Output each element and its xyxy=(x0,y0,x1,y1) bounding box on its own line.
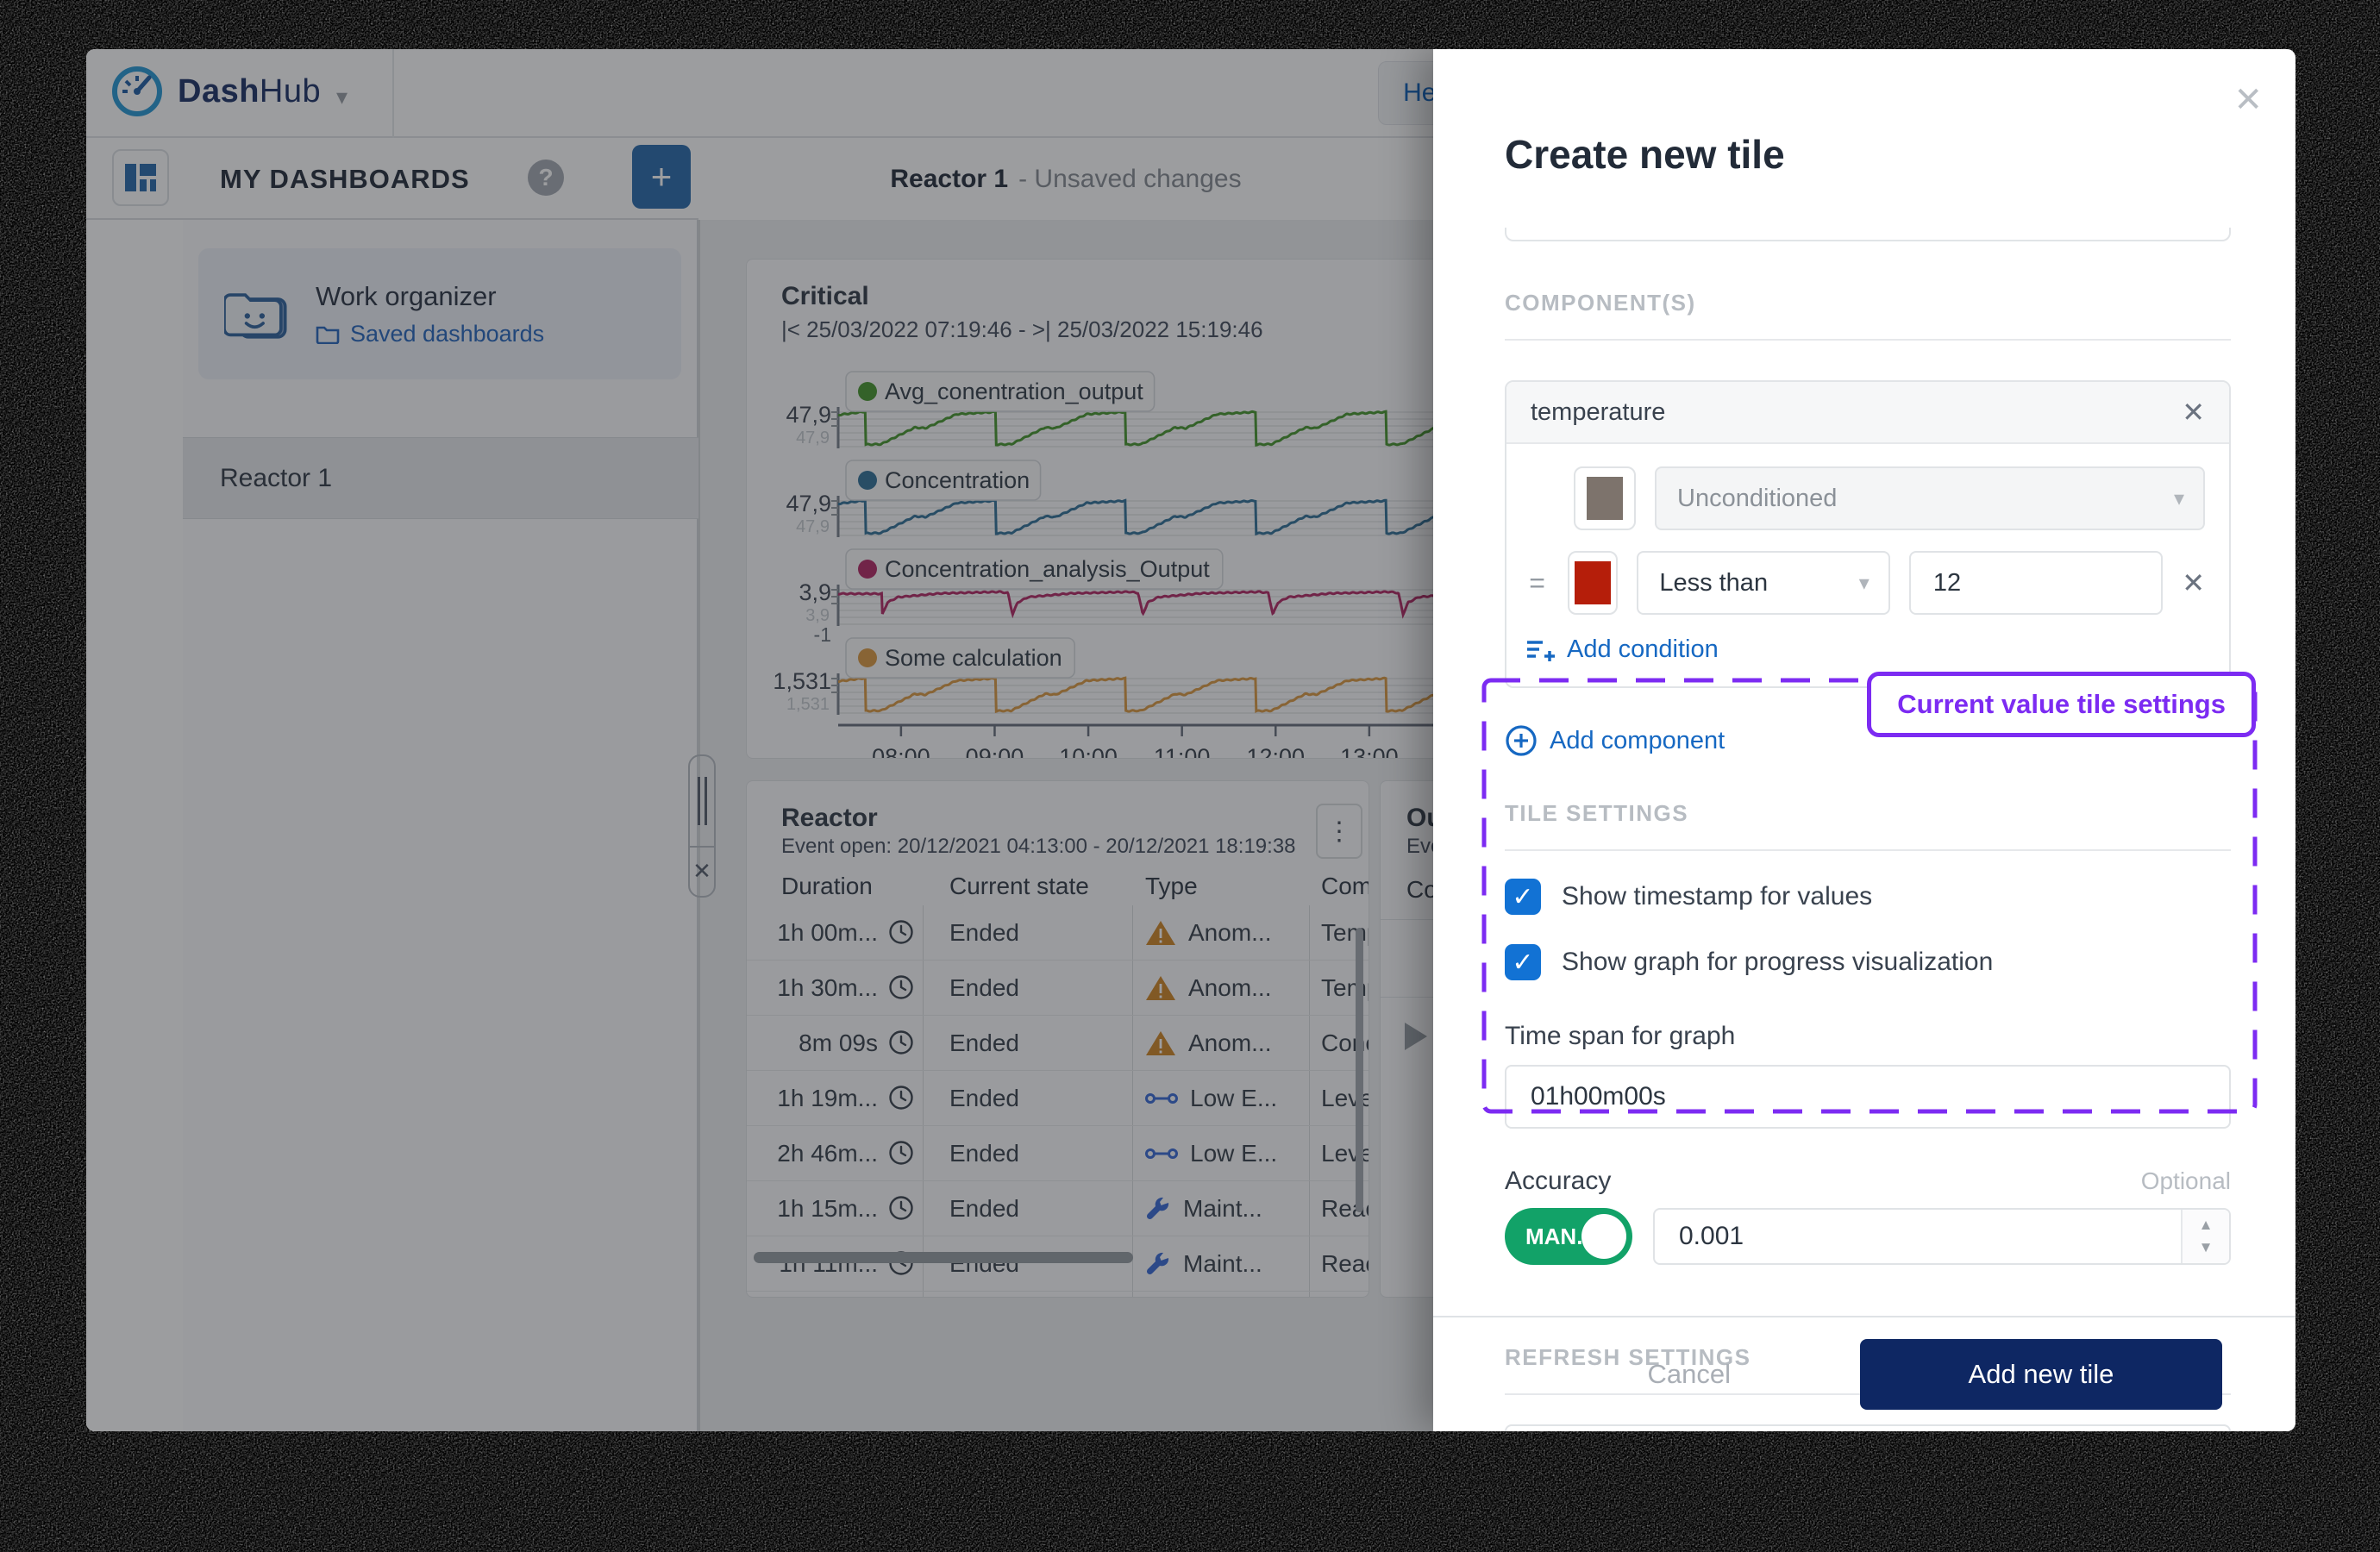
add-condition-link[interactable]: Add condition xyxy=(1525,635,2205,664)
add-condition-icon xyxy=(1527,640,1555,661)
checkbox-show-graph[interactable]: ✓ Show graph for progress visualization xyxy=(1505,942,2231,982)
condition-operator-select[interactable]: Less than ▾ xyxy=(1637,551,1890,615)
checkbox-checked-icon[interactable]: ✓ xyxy=(1505,879,1541,915)
condition-value-input[interactable]: 12 xyxy=(1908,551,2164,615)
chevron-down-icon: ▾ xyxy=(1858,571,1870,595)
time-span-label: Time span for graph xyxy=(1505,1022,1736,1050)
component-name: temperature xyxy=(1531,397,1666,426)
checkbox-show-timestamp[interactable]: ✓ Show timestamp for values xyxy=(1505,877,2231,917)
divider xyxy=(1505,849,2231,851)
modal-title: Create new tile xyxy=(1505,132,1785,177)
component-card: temperature ✕ Unconditioned ▾ = Less tha… xyxy=(1505,380,2231,688)
chevron-down-icon: ▾ xyxy=(2173,486,2184,510)
time-span-input[interactable]: 01h00m00s xyxy=(1505,1065,2231,1129)
component-card-header: temperature ✕ xyxy=(1506,382,2229,444)
remove-condition-icon[interactable]: ✕ xyxy=(2182,566,2205,599)
condition-select-disabled[interactable]: Unconditioned ▾ xyxy=(1655,466,2205,530)
components-section-label: COMPONENT(S) xyxy=(1505,290,1696,316)
annotation-label: Current value tile settings xyxy=(1867,672,2256,737)
tile-name-input-bottom[interactable] xyxy=(1505,228,2231,241)
accuracy-label: Accuracy xyxy=(1505,1167,1612,1195)
create-tile-modal: ✕ Create new tile COMPONENT(S) temperatu… xyxy=(1433,49,2295,1431)
add-component-icon xyxy=(1506,725,1537,756)
accuracy-value-input[interactable]: 0.001 ▲ ▼ xyxy=(1653,1208,2231,1265)
condition-row-unconditioned: Unconditioned ▾ xyxy=(1525,466,2205,530)
checkbox-checked-icon[interactable]: ✓ xyxy=(1505,944,1541,980)
cancel-button[interactable]: Cancel xyxy=(1648,1359,1732,1390)
condition-row-less-than: = Less than ▾ 12 ✕ xyxy=(1525,551,2205,615)
close-icon[interactable]: ✕ xyxy=(2233,80,2263,120)
operator-label: = xyxy=(1529,566,1545,598)
remove-component-icon[interactable]: ✕ xyxy=(2182,396,2205,429)
number-stepper[interactable]: ▲ ▼ xyxy=(2181,1210,2229,1263)
color-swatch-button[interactable] xyxy=(1568,551,1619,615)
add-new-tile-button[interactable]: Add new tile xyxy=(1860,1339,2222,1410)
optional-label: Optional xyxy=(2140,1167,2231,1194)
tile-settings-label: TILE SETTINGS xyxy=(1505,800,1689,826)
color-swatch-button[interactable] xyxy=(1574,466,1636,530)
modal-footer: Cancel Add new tile xyxy=(1433,1316,2295,1431)
toggle-knob[interactable] xyxy=(1581,1214,1626,1259)
divider xyxy=(1505,339,2231,341)
app-window: DashHub ▾ Help MY DASHBOARDS ? + Reactor… xyxy=(86,49,2295,1431)
accuracy-mode-toggle[interactable]: MAN. xyxy=(1505,1208,1632,1265)
